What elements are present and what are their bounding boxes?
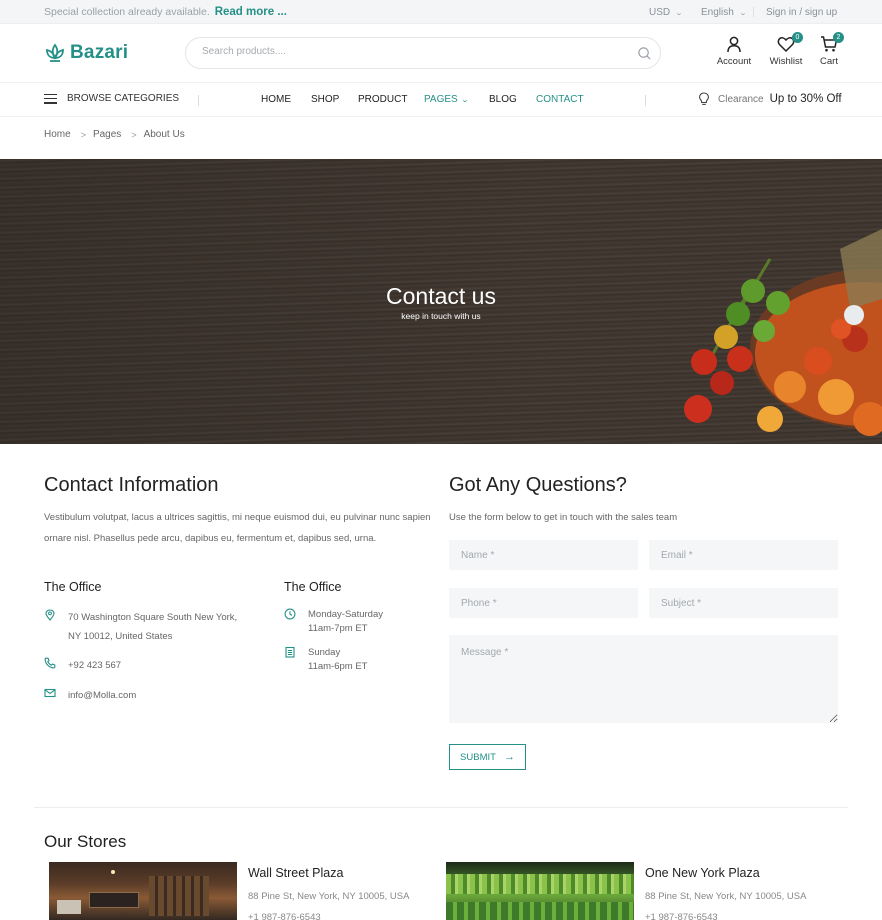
calendar-icon [285,646,295,658]
section-divider [34,807,848,808]
account-button[interactable]: Account [712,35,756,67]
clearance-label: Clearance [718,93,764,105]
office-title: The Office [44,580,102,594]
submit-button[interactable]: SUBMIT → [449,744,526,770]
clearance-offer: Up to 30% Off [769,93,842,105]
chevron-down-icon: ⌄ [460,97,469,104]
browse-categories-button[interactable]: BROWSE CATEGORIES [44,93,179,104]
store-address: 88 Pine St, New York, NY 10005, USA [248,891,410,902]
clock-icon [284,608,296,620]
nav-item-home[interactable]: HOME [261,94,291,105]
browse-categories-label: BROWSE CATEGORIES [67,93,180,104]
breadcrumb-pages[interactable]: Pages [93,129,121,140]
stores-title: Our Stores [44,832,127,851]
weekday-hours: Monday-Saturday 11am-7pm ET [308,605,383,638]
nav-divider [645,95,646,106]
sunday-hours: Sunday 11am-6pm ET [308,643,367,676]
menu-icon [44,93,57,104]
user-icon [727,36,741,53]
chevron-right-icon: > [131,129,137,140]
breadcrumb-home[interactable]: Home [44,129,71,140]
read-more-link[interactable]: Read more ... [215,6,287,18]
logo-text: Bazari [70,42,129,63]
office-address: 70 Washington Square South New York, NY … [68,608,237,646]
search-bar [185,37,661,69]
cart-label: Cart [820,56,838,67]
hero-banner: Contact us keep in touch with us [0,159,882,444]
wishlist-button[interactable]: 0 Wishlist [764,32,808,67]
lightbulb-icon [699,92,709,105]
nav-item-product[interactable]: PRODUCT [358,94,407,105]
nav-item-blog[interactable]: BLOG [489,94,517,105]
nav-item-pages-label: PAGES [424,94,458,105]
wishlist-label: Wishlist [769,56,803,67]
contact-info-title: Contact Information [44,474,219,496]
store-photo-one-new-york [446,862,634,920]
nav-item-contact[interactable]: CONTACT [536,94,584,105]
nav-item-pages[interactable]: PAGES ⌄ [424,94,469,105]
contact-info-text: Vestibulum volutpat, lacus a ultrices sa… [44,512,431,544]
language-select[interactable]: English ⌄ [701,7,747,18]
office-phone[interactable]: +92 423 567 [68,656,121,675]
store-name: Wall Street Plaza [248,866,344,880]
language-label: English [701,7,734,18]
store-name: One New York Plaza [645,866,760,880]
top-bar: Special collection already available. Re… [0,0,882,24]
envelope-icon [44,688,56,698]
chevron-down-icon: ⌄ [738,10,747,17]
cart-button[interactable]: 2 Cart [812,32,846,67]
submit-label: SUBMIT [460,751,496,763]
form-intro: Use the form below to get in touch with … [449,512,678,523]
chevron-right-icon: > [80,129,86,140]
clearance-promo[interactable]: Clearance Up to 30% Off [698,92,842,106]
name-field[interactable] [449,540,638,570]
search-input[interactable] [202,46,622,57]
store-photo-wall-street [49,862,237,920]
store-phone[interactable]: +1 987-876-6543 [248,912,321,920]
logo[interactable]: Bazari [44,40,128,66]
store-phone[interactable]: +1 987-876-6543 [645,912,718,920]
signin-link[interactable]: Sign in / sign up [766,7,837,18]
wishlist-count-badge: 0 [792,32,803,43]
currency-label: USD [649,7,671,18]
breadcrumb: Home > Pages > About Us [44,129,185,140]
map-pin-icon [45,609,55,621]
hero-title: Contact us [386,283,496,309]
phone-icon [44,657,56,669]
arrow-right-icon: → [503,751,515,763]
vegetable-bowl-image [684,229,882,436]
nav-divider [198,95,199,106]
hero-subtitle: keep in touch with us [401,311,481,321]
main-navigation: BROWSE CATEGORIES HOME SHOP PRODUCT PAGE… [0,82,882,117]
currency-select[interactable]: USD ⌄ [649,7,684,18]
nav-item-shop[interactable]: SHOP [311,94,339,105]
cart-count-badge: 2 [833,32,844,43]
sunday-time: 11am-6pm ET [308,661,368,672]
subject-field[interactable] [649,588,838,618]
breadcrumb-current: About Us [143,129,185,140]
promo-banner: Special collection already available. Re… [44,6,287,18]
chevron-down-icon: ⌄ [674,10,684,17]
email-field[interactable] [649,540,838,570]
phone-field[interactable] [449,588,638,618]
office-email[interactable]: info@Molla.com [68,686,136,705]
account-label: Account [716,56,752,67]
address-line-2: NY 10012, United States [68,631,173,642]
office-hours-title: The Office [284,580,342,594]
topbar-divider [753,7,754,17]
search-icon[interactable] [637,46,652,61]
message-field[interactable] [449,635,838,723]
address-line-1: 70 Washington Square South New York, [68,612,238,623]
promo-text: Special collection already available. [44,6,210,18]
leaf-logo-icon [46,43,64,62]
form-title: Got Any Questions? [449,474,627,496]
store-address: 88 Pine St, New York, NY 10005, USA [645,891,807,902]
